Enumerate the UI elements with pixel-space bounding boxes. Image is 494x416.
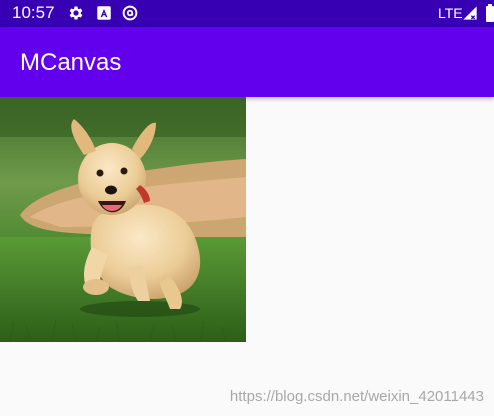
signal-icon [462,5,478,21]
status-time: 10:57 [12,3,55,22]
a-box-icon [95,4,113,22]
at-sync-icon [121,4,139,22]
app-title: MCanvas [20,49,122,76]
app-bar: MCanvas [0,27,494,97]
gear-icon [67,4,85,22]
puppy-image [0,97,246,342]
network-type-label: LTE [438,5,463,21]
status-bar: 10:57 LTE [0,0,494,27]
battery-icon [486,4,494,22]
watermark-url: https://blog.csdn.net/weixin_42011443 [229,388,484,405]
